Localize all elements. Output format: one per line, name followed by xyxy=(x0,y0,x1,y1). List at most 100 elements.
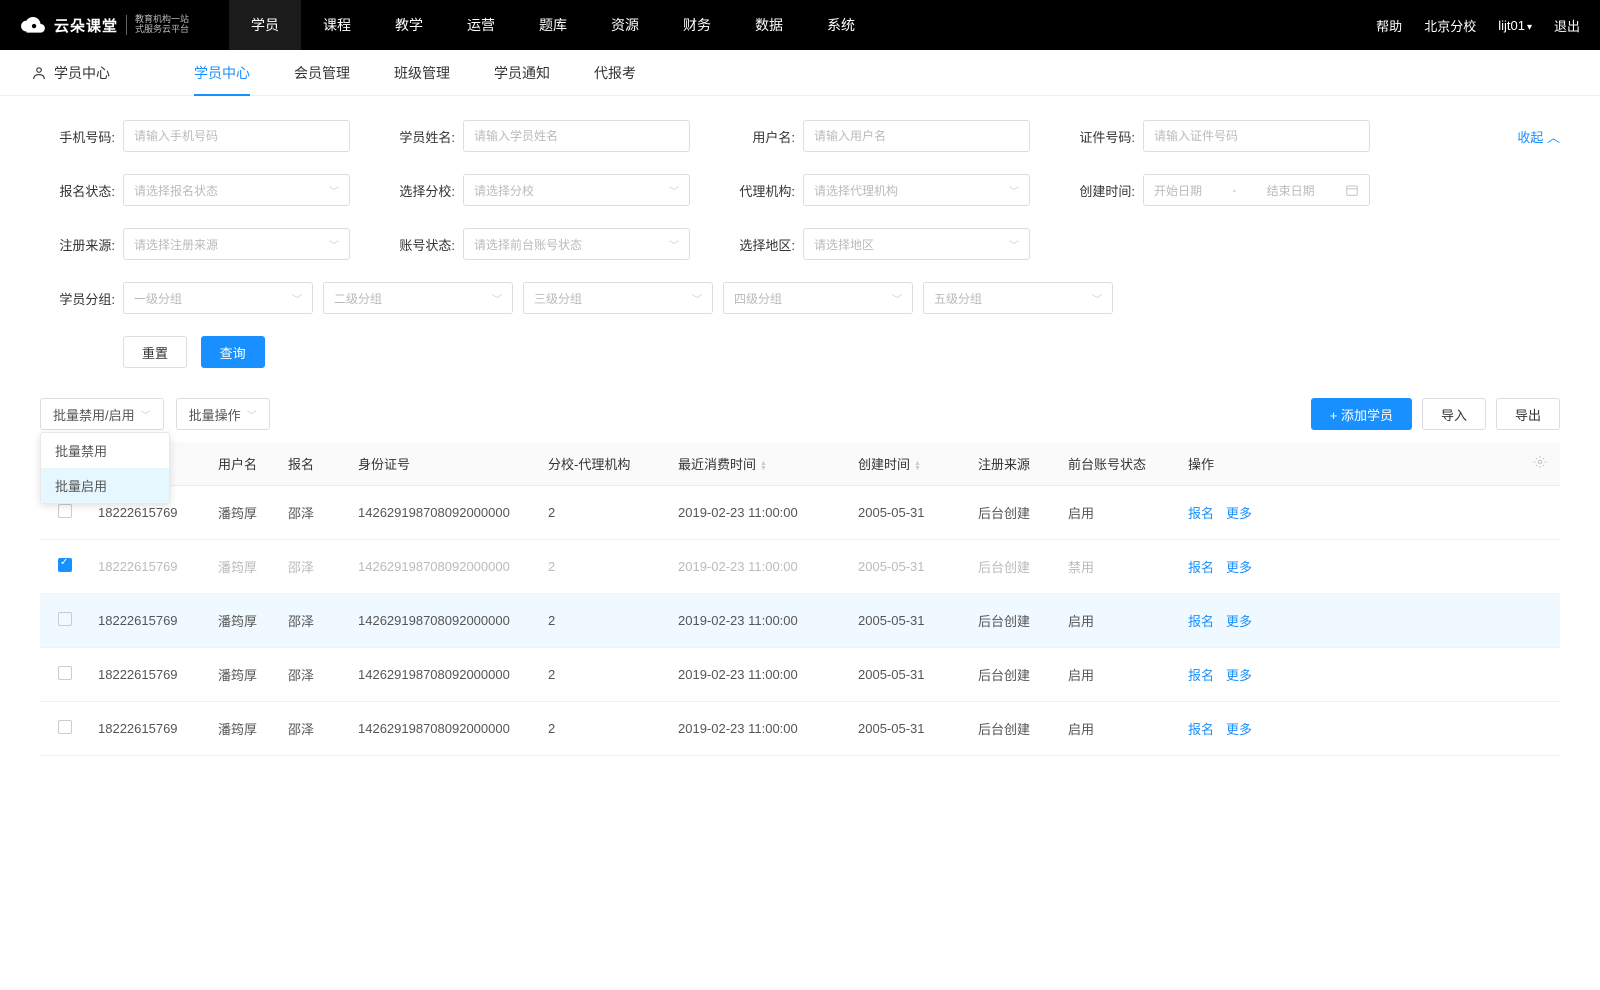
enroll-status-select[interactable]: 请选择报名状态﹀ xyxy=(123,174,350,206)
cell-username: 潘筠厚 xyxy=(210,557,280,576)
reset-button[interactable]: 重置 xyxy=(123,336,187,368)
cell-action: 报名更多 xyxy=(1180,719,1520,738)
subnav-item[interactable]: 会员管理 xyxy=(294,50,350,96)
row-checkbox[interactable] xyxy=(58,720,72,734)
row-enroll-link[interactable]: 报名 xyxy=(1188,614,1214,629)
search-button[interactable]: 查询 xyxy=(201,336,265,368)
row-enroll-link[interactable]: 报名 xyxy=(1188,506,1214,521)
chevron-down-icon: ﹀ xyxy=(692,291,702,306)
nav-item[interactable]: 课程 xyxy=(301,0,373,50)
cell-action: 报名更多 xyxy=(1180,665,1520,684)
column-settings-button[interactable] xyxy=(1520,455,1560,472)
acct-status-select[interactable]: 请选择前台账号状态﹀ xyxy=(463,228,690,260)
row-more-link[interactable]: 更多 xyxy=(1226,668,1252,683)
enroll-status-label: 报名状态: xyxy=(40,181,115,200)
add-student-button[interactable]: + 添加学员 xyxy=(1311,398,1412,430)
agent-select[interactable]: 请选择代理机构﹀ xyxy=(803,174,1030,206)
nav-right: 帮助 北京分校 lijt01 退出 xyxy=(1376,16,1580,35)
brand-sub: 教育机构一站式服务云平台 xyxy=(126,15,189,35)
group-level-select[interactable]: 三级分组﹀ xyxy=(523,282,713,314)
col-idno: 身份证号 xyxy=(350,454,540,473)
cell-status: 启用 xyxy=(1060,665,1180,684)
row-checkbox[interactable] xyxy=(58,558,72,572)
nav-help[interactable]: 帮助 xyxy=(1376,16,1402,35)
chevron-down-icon: ﹀ xyxy=(329,183,339,198)
phone-label: 手机号码: xyxy=(40,127,115,146)
cell-latest: 2019-02-23 11:00:00 xyxy=(670,613,850,628)
cell-created: 2005-05-31 xyxy=(850,667,970,682)
row-checkbox[interactable] xyxy=(58,666,72,680)
cell-enroll: 邵泽 xyxy=(280,611,350,630)
group-level-select[interactable]: 一级分组﹀ xyxy=(123,282,313,314)
phone-input[interactable] xyxy=(123,120,350,152)
nav-item[interactable]: 资源 xyxy=(589,0,661,50)
group-level-select[interactable]: 四级分组﹀ xyxy=(723,282,913,314)
idno-input[interactable] xyxy=(1143,120,1370,152)
subnav-item[interactable]: 学员通知 xyxy=(494,50,550,96)
col-enroll: 报名 xyxy=(280,454,350,473)
row-checkbox[interactable] xyxy=(58,612,72,626)
row-more-link[interactable]: 更多 xyxy=(1226,722,1252,737)
col-action: 操作 xyxy=(1180,454,1520,473)
cell-username: 潘筠厚 xyxy=(210,611,280,630)
cell-phone: 18222615769 xyxy=(90,667,210,682)
row-checkbox[interactable] xyxy=(58,504,72,518)
brand-logo: 云朵课堂 教育机构一站式服务云平台 xyxy=(20,12,189,38)
chevron-down-icon: ﹀ xyxy=(892,291,902,306)
cell-phone: 18222615769 xyxy=(90,505,210,520)
row-enroll-link[interactable]: 报名 xyxy=(1188,668,1214,683)
top-nav: 云朵课堂 教育机构一站式服务云平台 学员课程教学运营题库资源财务数据系统 帮助 … xyxy=(0,0,1600,50)
row-more-link[interactable]: 更多 xyxy=(1226,506,1252,521)
collapse-toggle[interactable]: 收起 ︿ xyxy=(1517,127,1560,146)
group-level-select[interactable]: 二级分组﹀ xyxy=(323,282,513,314)
branch-select[interactable]: 请选择分校﹀ xyxy=(463,174,690,206)
bulk-ops-dropdown[interactable]: 批量操作﹀ xyxy=(176,398,270,430)
calendar-icon xyxy=(1345,183,1359,197)
agent-label: 代理机构: xyxy=(720,181,795,200)
nav-user-menu[interactable]: lijt01 xyxy=(1498,18,1532,33)
cell-phone: 18222615769 xyxy=(90,613,210,628)
subnav-item[interactable]: 代报考 xyxy=(594,50,636,96)
username-input[interactable] xyxy=(803,120,1030,152)
export-button[interactable]: 导出 xyxy=(1496,398,1560,430)
cell-branch: 2 xyxy=(540,613,670,628)
col-created-sortable[interactable]: 创建时间▲▼ xyxy=(850,454,970,473)
created-range-picker[interactable]: 开始日期 - 结束日期 xyxy=(1143,174,1370,206)
bulk-menu-item[interactable]: 批量启用 xyxy=(41,468,169,503)
row-enroll-link[interactable]: 报名 xyxy=(1188,722,1214,737)
region-select[interactable]: 请选择地区﹀ xyxy=(803,228,1030,260)
subnav-item[interactable]: 班级管理 xyxy=(394,50,450,96)
nav-item[interactable]: 财务 xyxy=(661,0,733,50)
nav-logout[interactable]: 退出 xyxy=(1554,16,1580,35)
nav-item[interactable]: 教学 xyxy=(373,0,445,50)
nav-item[interactable]: 数据 xyxy=(733,0,805,50)
col-status: 前台账号状态 xyxy=(1060,454,1180,473)
group-level-select[interactable]: 五级分组﹀ xyxy=(923,282,1113,314)
import-button[interactable]: 导入 xyxy=(1422,398,1486,430)
nav-item[interactable]: 题库 xyxy=(517,0,589,50)
bulk-toggle-dropdown[interactable]: 批量禁用/启用﹀ xyxy=(40,398,164,430)
table-header: 用户名 报名 身份证号 分校-代理机构 最近消费时间▲▼ 创建时间▲▼ 注册来源… xyxy=(40,442,1560,486)
col-latest-sortable[interactable]: 最近消费时间▲▼ xyxy=(670,454,850,473)
cell-phone: 18222615769 xyxy=(90,721,210,736)
row-more-link[interactable]: 更多 xyxy=(1226,560,1252,575)
subnav-item[interactable]: 学员中心 xyxy=(194,50,250,96)
main-nav: 学员课程教学运营题库资源财务数据系统 xyxy=(229,0,1376,50)
bulk-menu-item[interactable]: 批量禁用 xyxy=(41,433,169,468)
nav-item[interactable]: 运营 xyxy=(445,0,517,50)
chevron-down-icon: ﹀ xyxy=(247,407,257,422)
row-enroll-link[interactable]: 报名 xyxy=(1188,560,1214,575)
bulk-toggle-menu: 批量禁用批量启用 xyxy=(40,432,170,504)
nav-school[interactable]: 北京分校 xyxy=(1424,16,1476,35)
name-input[interactable] xyxy=(463,120,690,152)
cell-enroll: 邵泽 xyxy=(280,503,350,522)
nav-item[interactable]: 学员 xyxy=(229,0,301,50)
nav-item[interactable]: 系统 xyxy=(805,0,877,50)
row-more-link[interactable]: 更多 xyxy=(1226,614,1252,629)
reg-source-select[interactable]: 请选择注册来源﹀ xyxy=(123,228,350,260)
table-row: 18222615769潘筠厚邵泽142629198708092000000220… xyxy=(40,648,1560,702)
cell-status: 启用 xyxy=(1060,719,1180,738)
table-row: 18222615769潘筠厚邵泽142629198708092000000220… xyxy=(40,594,1560,648)
col-source: 注册来源 xyxy=(970,454,1060,473)
cell-created: 2005-05-31 xyxy=(850,721,970,736)
